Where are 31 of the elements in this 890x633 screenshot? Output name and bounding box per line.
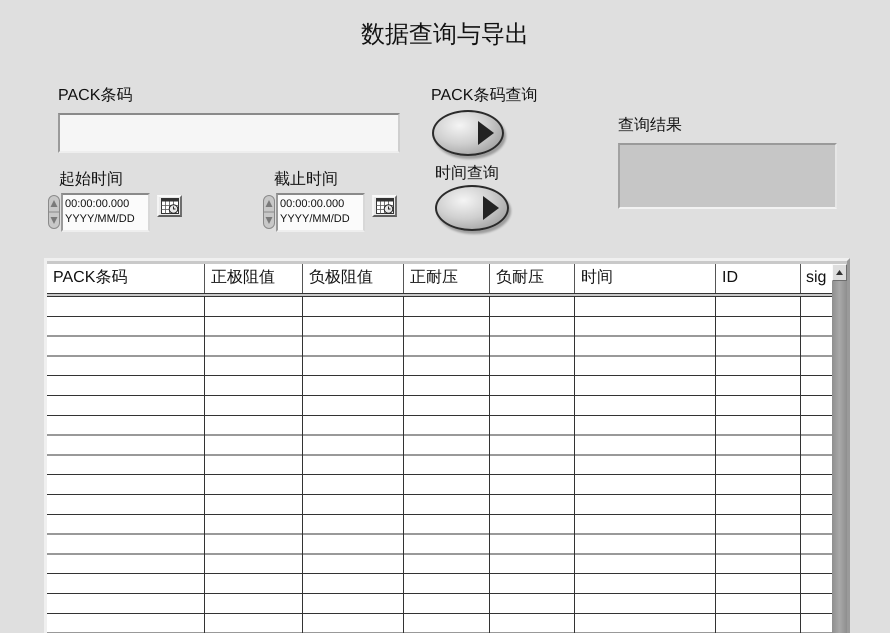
calendar-clock-icon [160,198,178,214]
column-header: ID [716,264,801,293]
button-label: PACK条码查询 [431,86,538,106]
column-header: PACK条码 [47,264,205,293]
timestamp-field[interactable]: 00:00:00.000 YYYY/MM/DD [61,193,150,232]
query-button[interactable] [432,110,504,156]
triangle-icon [478,121,494,145]
calendar-button[interactable] [157,195,182,217]
spinner-icon[interactable] [263,195,275,229]
field-label: 截止时间 [274,170,338,190]
button-label: 时间查询 [435,164,499,184]
spinner-icon[interactable] [48,195,60,229]
window-title: 数据查询与导出 [361,20,529,50]
column-header: sig [805,268,828,288]
column-header: 时间 [575,264,716,293]
column-header: 负极阻值 [303,264,404,293]
barcode-field[interactable] [58,113,400,153]
triangle-icon [483,196,499,220]
column-header: 负耐压 [490,264,575,293]
up-arrow-icon [836,270,843,275]
field-label: 查询结果 [618,116,682,136]
timestamp-field[interactable]: 00:00:00.000 YYYY/MM/DD [276,193,365,232]
query-button[interactable] [435,185,509,231]
scroll-up-button[interactable] [832,264,847,281]
calendar-button[interactable] [372,195,397,217]
scrollbar[interactable] [832,264,847,633]
column-header: 正耐压 [404,264,490,293]
calendar-clock-icon [376,198,394,214]
column-header: 正极阻值 [205,264,303,293]
field-label: PACK条码 [58,86,132,106]
field-label: 起始时间 [59,170,123,190]
